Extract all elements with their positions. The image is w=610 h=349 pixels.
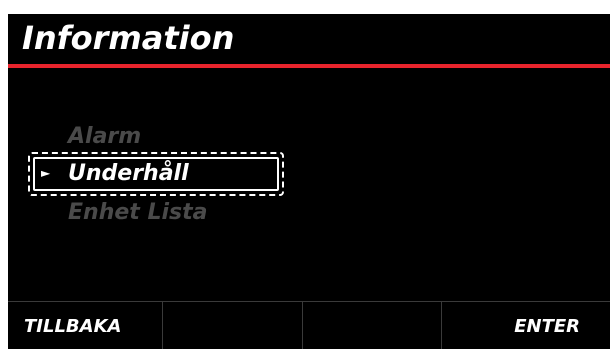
menu-item-underhall[interactable]: Underhåll	[68, 161, 189, 186]
selection-pointer-icon: ►	[41, 166, 51, 180]
softkey-bar: TILLBAKA ENTER	[8, 301, 610, 349]
enter-softkey[interactable]: ENTER	[442, 302, 610, 349]
device-screen: Information Alarm ► Underhåll Enhet List…	[8, 14, 610, 349]
back-softkey[interactable]: TILLBAKA	[8, 302, 164, 349]
softkey-3[interactable]	[303, 302, 442, 349]
softkey-2[interactable]	[163, 302, 303, 349]
information-menu: Alarm ► Underhåll Enhet Lista	[8, 68, 610, 301]
screen-header: Information	[8, 14, 610, 68]
menu-item-alarm[interactable]: Alarm	[68, 124, 141, 149]
page-title: Information	[22, 19, 235, 57]
menu-item-enhet-lista[interactable]: Enhet Lista	[68, 200, 207, 225]
